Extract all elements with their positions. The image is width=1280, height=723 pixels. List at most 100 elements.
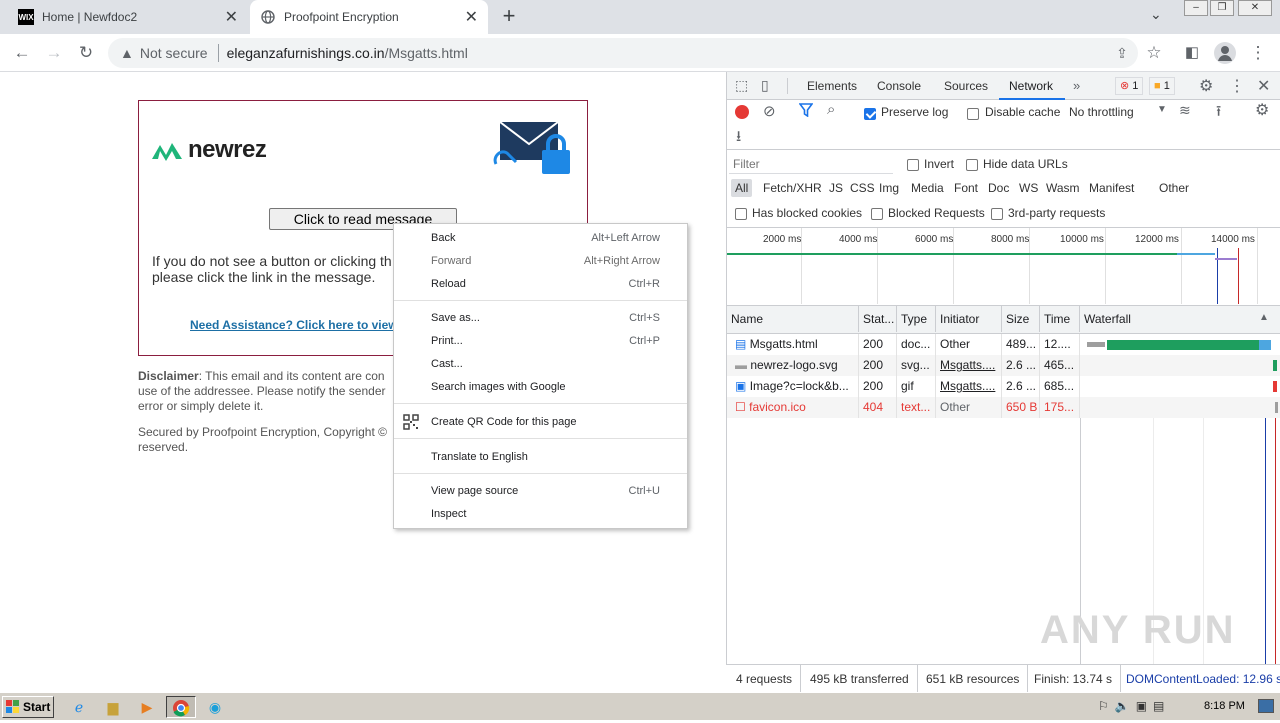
filter-js[interactable]: JS xyxy=(825,179,847,197)
internet-explorer-icon[interactable]: ℯ xyxy=(66,696,92,718)
table-row[interactable]: ▬ newrez-logo.svg 200 svg... Msgatts....… xyxy=(727,355,1280,376)
close-devtools-icon[interactable]: ✕ xyxy=(1257,76,1270,96)
instructions-text: If you do not see a button or clicking t… xyxy=(152,253,392,285)
network-conditions-icon[interactable]: ≋ xyxy=(1179,102,1191,119)
filter-input[interactable] xyxy=(729,154,893,174)
search-icon[interactable]: ⌕ xyxy=(827,101,835,118)
url-host[interactable]: eleganzafurnishings.co.in xyxy=(227,45,385,61)
tab-console[interactable]: Console xyxy=(877,72,921,100)
blocked-cookies-checkbox[interactable] xyxy=(735,206,747,220)
tab-search-chevron-icon[interactable]: ⌄ xyxy=(1150,6,1162,23)
menu-item-search-images[interactable]: Search images with Google xyxy=(394,376,687,398)
settings-gear-icon[interactable]: ⚙ xyxy=(1199,76,1213,96)
media-player-icon[interactable]: ▶ xyxy=(134,696,160,718)
throttling-select[interactable]: No throttling xyxy=(1069,105,1134,119)
blocked-requests-label: Blocked Requests xyxy=(888,206,985,220)
menu-item-save-as[interactable]: Save as... Ctrl+S xyxy=(394,307,687,329)
col-name[interactable]: Name xyxy=(727,306,859,332)
profile-avatar-icon[interactable] xyxy=(1214,42,1236,64)
system-tray-icons[interactable]: ⚐🔈▣▤ xyxy=(1098,699,1170,713)
new-tab-button[interactable]: + xyxy=(496,4,522,30)
filter-fetch-xhr[interactable]: Fetch/XHR xyxy=(759,179,826,197)
tab-sources[interactable]: Sources xyxy=(944,72,988,100)
tab-network[interactable]: Network xyxy=(999,72,1065,100)
table-row[interactable]: ▣ Image?c=lock&b... 200 gif Msgatts.... … xyxy=(727,376,1280,397)
import-har-icon[interactable]: ⭱ xyxy=(1216,101,1221,126)
url-path[interactable]: /Msgatts.html xyxy=(385,45,468,61)
network-settings-gear-icon[interactable]: ⚙ xyxy=(1255,100,1269,120)
device-toolbar-icon[interactable]: ▯ xyxy=(761,77,769,94)
reload-icon[interactable]: ↻ xyxy=(74,42,98,64)
col-status[interactable]: Stat... xyxy=(859,306,897,332)
browser-tab-home[interactable]: WIX Home | Newfdoc2 ✕ xyxy=(8,0,248,34)
restore-window-button[interactable]: ❐ xyxy=(1210,0,1234,16)
filter-css[interactable]: CSS xyxy=(846,179,879,197)
devtools-menu-icon[interactable]: ⋮ xyxy=(1229,76,1245,96)
close-tab-icon[interactable]: ✕ xyxy=(465,7,478,27)
filter-img[interactable]: Img xyxy=(875,179,903,197)
menu-item-inspect[interactable]: Inspect xyxy=(394,503,687,525)
blocked-requests-checkbox[interactable] xyxy=(871,206,883,220)
share-icon[interactable]: ⇪ xyxy=(1110,42,1134,64)
menu-item-reload[interactable]: Reload Ctrl+R xyxy=(394,273,687,295)
third-party-label: 3rd-party requests xyxy=(1008,206,1106,220)
menu-item-cast[interactable]: Cast... xyxy=(394,353,687,375)
menu-item-view-source[interactable]: View page source Ctrl+U xyxy=(394,480,687,502)
filter-other[interactable]: Other xyxy=(1155,179,1193,197)
disable-cache-checkbox[interactable] xyxy=(967,106,979,120)
clear-icon[interactable]: ⊘ xyxy=(763,102,776,120)
menu-item-qr-code[interactable]: Create QR Code for this page xyxy=(394,411,687,433)
back-arrow-icon[interactable]: ← xyxy=(10,42,34,64)
invert-checkbox[interactable] xyxy=(907,157,919,171)
edge-icon[interactable]: ◉ xyxy=(202,696,228,718)
col-initiator[interactable]: Initiator xyxy=(936,306,1002,332)
menu-item-print[interactable]: Print... Ctrl+P xyxy=(394,330,687,352)
col-waterfall[interactable]: Waterfall xyxy=(1080,306,1280,332)
col-type[interactable]: Type xyxy=(897,306,936,332)
bookmark-star-icon[interactable]: ☆ xyxy=(1142,42,1166,64)
tab-elements[interactable]: Elements xyxy=(807,72,857,100)
request-count: 4 requests xyxy=(728,665,802,693)
security-status[interactable]: Not secure xyxy=(140,45,208,61)
table-row[interactable]: ▤ Msgatts.html 200 doc... Other 489... 1… xyxy=(727,334,1280,355)
filter-wasm[interactable]: Wasm xyxy=(1042,179,1084,197)
filter-font[interactable]: Font xyxy=(950,179,982,197)
browser-tab-proofpoint[interactable]: Proofpoint Encryption ✕ xyxy=(250,0,488,34)
record-icon[interactable] xyxy=(735,105,749,119)
hide-data-urls-checkbox[interactable] xyxy=(966,157,978,171)
menu-item-back[interactable]: Back Alt+Left Arrow xyxy=(394,227,687,249)
inspect-element-icon[interactable]: ⬚ xyxy=(735,77,748,94)
chrome-taskbar-icon[interactable] xyxy=(166,696,196,718)
export-har-icon[interactable]: ⭳ xyxy=(736,126,741,151)
col-size[interactable]: Size xyxy=(1002,306,1040,332)
address-bar[interactable]: ▲ Not secure eleganzafurnishings.co.in /… xyxy=(108,38,1138,68)
close-window-button[interactable]: ✕ xyxy=(1238,0,1272,16)
filter-all[interactable]: All xyxy=(731,179,753,197)
forward-arrow-icon[interactable]: → xyxy=(42,42,66,64)
need-assistance-link[interactable]: Need Assistance? Click here to view xyxy=(190,318,398,332)
menu-item-translate[interactable]: Translate to English xyxy=(394,446,687,468)
browser-menu-icon[interactable]: ⋮ xyxy=(1246,42,1270,64)
table-row[interactable]: ☐ favicon.ico 404 text... Other 650 B 17… xyxy=(727,397,1280,418)
more-tabs-chevron-icon[interactable]: » xyxy=(1073,78,1080,93)
minimize-window-button[interactable]: – xyxy=(1184,0,1208,16)
close-tab-icon[interactable]: ✕ xyxy=(225,7,238,27)
filter-manifest[interactable]: Manifest xyxy=(1085,179,1138,197)
preserve-log-checkbox[interactable] xyxy=(864,106,876,120)
show-desktop-icon[interactable] xyxy=(1258,699,1274,713)
side-panel-icon[interactable]: ◧ xyxy=(1180,42,1204,64)
menu-item-forward[interactable]: Forward Alt+Right Arrow xyxy=(394,250,687,272)
start-button[interactable]: Start xyxy=(2,696,54,718)
filter-ws[interactable]: WS xyxy=(1015,179,1042,197)
throttling-dropdown-icon[interactable]: ▼ xyxy=(1157,104,1167,115)
filter-doc[interactable]: Doc xyxy=(984,179,1013,197)
file-explorer-icon[interactable]: ▆ xyxy=(100,696,126,718)
filter-media[interactable]: Media xyxy=(907,179,948,197)
error-count-badge[interactable]: ⊗ 1 xyxy=(1115,77,1144,95)
warning-count-badge[interactable]: ■ 1 xyxy=(1149,77,1175,95)
col-time[interactable]: Time xyxy=(1040,306,1080,332)
sort-ascending-icon[interactable]: ▲ xyxy=(1259,312,1269,323)
warning-triangle-icon[interactable]: ▲ xyxy=(120,45,134,61)
filter-funnel-icon[interactable] xyxy=(798,103,814,120)
third-party-checkbox[interactable] xyxy=(991,206,1003,220)
